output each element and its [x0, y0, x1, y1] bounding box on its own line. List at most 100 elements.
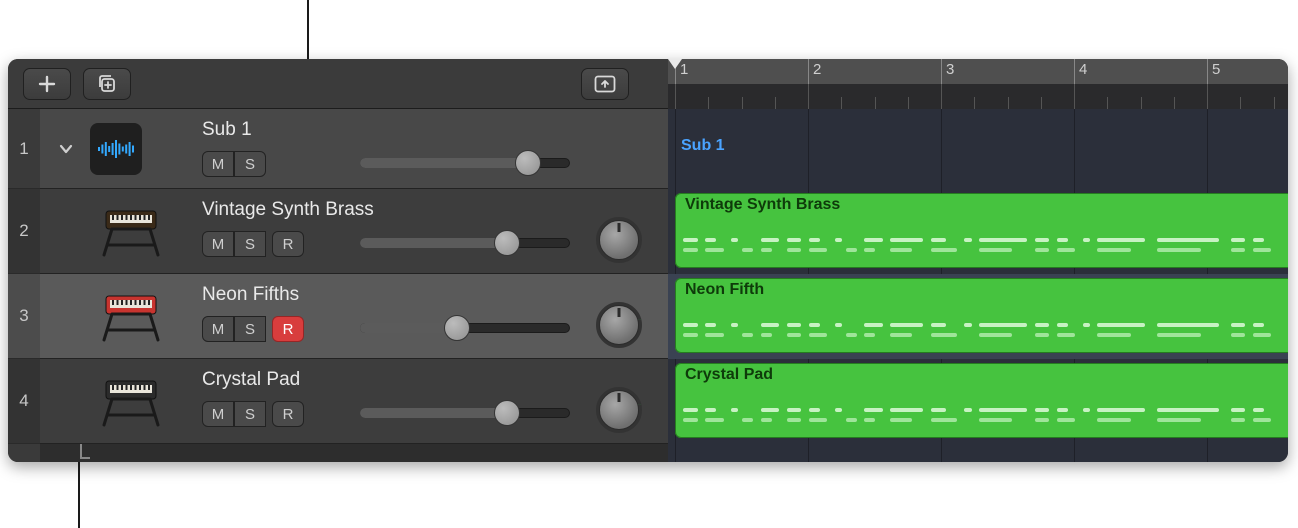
slider-thumb[interactable]: [515, 150, 541, 176]
pan-knob[interactable]: [598, 219, 640, 261]
track-icon-instrument[interactable]: [100, 290, 162, 344]
playhead[interactable]: [668, 59, 682, 69]
solo-button[interactable]: S: [234, 231, 266, 257]
midi-note: [1083, 323, 1090, 327]
midi-note: [761, 238, 780, 242]
slider-thumb[interactable]: [494, 230, 520, 256]
panel-up-icon: [594, 75, 616, 93]
midi-note: [1231, 238, 1246, 242]
track-header[interactable]: Crystal Pad MSR: [40, 359, 668, 444]
midi-note: [809, 323, 820, 327]
volume-slider[interactable]: [360, 316, 570, 340]
ruler-beat-tick: [1107, 97, 1108, 109]
solo-button[interactable]: S: [234, 151, 266, 177]
track-header[interactable]: Vintage Synth Brass MSR: [40, 189, 668, 274]
pan-knob[interactable]: [598, 304, 640, 346]
slider-fill: [360, 408, 507, 418]
ruler-bar-tick: [1074, 84, 1075, 109]
track-buttons: MSR: [202, 316, 304, 342]
mute-button[interactable]: M: [202, 231, 234, 257]
volume-slider[interactable]: [360, 401, 570, 425]
timeline-ruler[interactable]: 12345: [668, 59, 1288, 109]
midi-note: [1057, 323, 1068, 327]
volume-slider[interactable]: [360, 231, 570, 255]
track-icon-audio[interactable]: [90, 123, 142, 175]
disclosure-triangle[interactable]: [54, 137, 78, 161]
track-name[interactable]: Neon Fifths: [202, 284, 299, 306]
add-track-button[interactable]: [23, 68, 71, 100]
track-number[interactable]: 2: [8, 189, 40, 274]
track-number[interactable]: 4: [8, 359, 40, 444]
midi-note: [979, 418, 1012, 422]
slider-thumb[interactable]: [444, 315, 470, 341]
track-number[interactable]: 1: [8, 109, 40, 189]
instrument-icon: [100, 375, 162, 429]
midi-note: [979, 323, 1027, 327]
midi-note: [890, 418, 912, 422]
tracks-content[interactable]: Sub 1Vintage Synth Brass Neon Fifth Crysta…: [668, 109, 1288, 462]
track-number[interactable]: 3: [8, 274, 40, 359]
track-icon-instrument[interactable]: [100, 205, 162, 259]
ruler-bar-tick: [941, 59, 942, 84]
midi-note: [1097, 323, 1145, 327]
ruler-beat-tick: [908, 97, 909, 109]
midi-note: [1157, 248, 1201, 252]
ruler-beat-tick: [841, 97, 842, 109]
midi-note: [742, 418, 753, 422]
track-number-strip: 1234: [8, 109, 40, 462]
duplicate-track-button[interactable]: [83, 68, 131, 100]
midi-note: [1035, 248, 1050, 252]
midi-note: [979, 238, 1027, 242]
midi-note: [787, 323, 802, 327]
track-name[interactable]: Crystal Pad: [202, 369, 300, 391]
track-name[interactable]: Vintage Synth Brass: [202, 199, 374, 221]
midi-note: [931, 418, 957, 422]
record-button[interactable]: R: [272, 401, 304, 427]
ruler-beat-tick: [742, 97, 743, 109]
midi-note: [1057, 238, 1068, 242]
ruler-beat-tick: [1041, 97, 1042, 109]
content-row[interactable]: Crystal Pad: [668, 359, 1288, 444]
audio-wave-icon: [96, 134, 136, 164]
global-tracks-button[interactable]: [581, 68, 629, 100]
region-title: Crystal Pad: [685, 366, 773, 384]
slider-fill: [360, 323, 457, 333]
midi-note: [1157, 238, 1220, 242]
midi-note: [683, 323, 698, 327]
solo-button[interactable]: S: [234, 401, 266, 427]
midi-note: [1157, 333, 1201, 337]
record-button[interactable]: R: [272, 231, 304, 257]
midi-note: [1253, 238, 1264, 242]
midi-note: [1097, 333, 1130, 337]
midi-note: [787, 333, 802, 337]
pan-knob[interactable]: [598, 389, 640, 431]
content-row[interactable]: Sub 1: [668, 109, 1288, 189]
midi-region[interactable]: Neon Fifth: [675, 278, 1288, 353]
track-name[interactable]: Sub 1: [202, 119, 252, 141]
midi-note: [1253, 333, 1272, 337]
midi-note: [1097, 248, 1130, 252]
midi-note: [1231, 408, 1246, 412]
content-row[interactable]: Neon Fifth: [668, 274, 1288, 359]
mute-button[interactable]: M: [202, 151, 234, 177]
record-button[interactable]: R: [272, 316, 304, 342]
mute-button[interactable]: M: [202, 401, 234, 427]
ruler-beat-tick: [1174, 97, 1175, 109]
duplicate-icon: [96, 74, 118, 94]
slider-thumb[interactable]: [494, 400, 520, 426]
ruler-beat-tick: [1274, 97, 1275, 109]
plus-icon: [38, 75, 56, 93]
content-row[interactable]: Vintage Synth Brass: [668, 189, 1288, 274]
mute-button[interactable]: M: [202, 316, 234, 342]
midi-note: [964, 408, 971, 412]
midi-region[interactable]: Crystal Pad: [675, 363, 1288, 438]
midi-region[interactable]: Vintage Synth Brass: [675, 193, 1288, 268]
ruler-bar-tick: [941, 84, 942, 109]
midi-note: [1097, 408, 1145, 412]
volume-slider[interactable]: [360, 151, 570, 175]
track-header[interactable]: Neon Fifths MSR: [40, 274, 668, 359]
track-icon-instrument[interactable]: [100, 375, 162, 429]
track-header-summary[interactable]: Sub 1 MS: [40, 109, 668, 189]
midi-note: [864, 248, 875, 252]
solo-button[interactable]: S: [234, 316, 266, 342]
